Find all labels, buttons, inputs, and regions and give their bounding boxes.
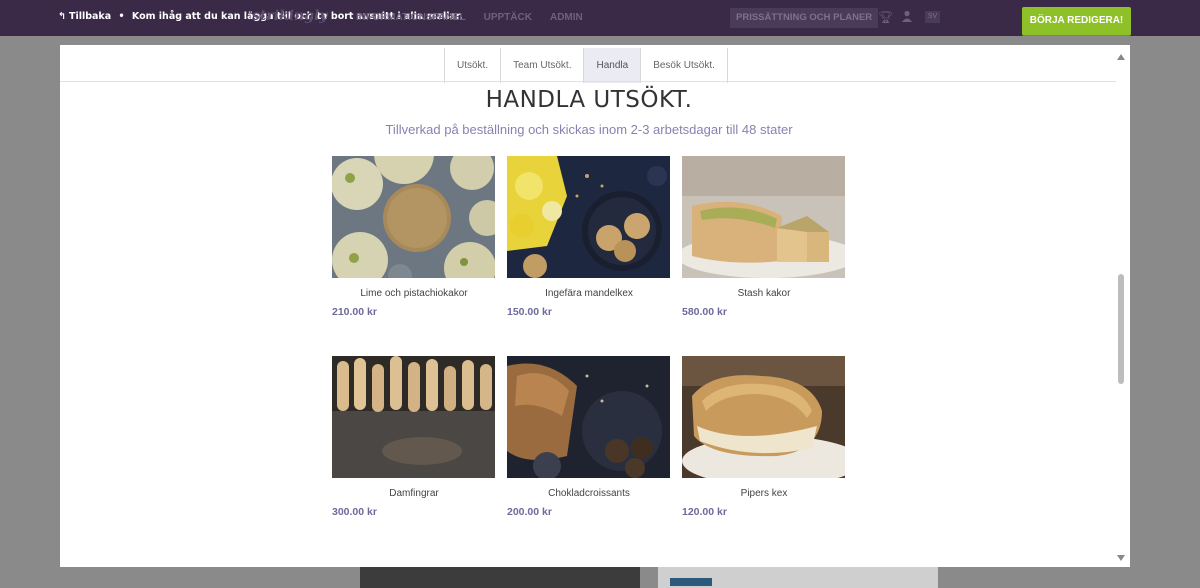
- product-price: 210.00 kr: [332, 306, 377, 318]
- background-page-image: [360, 567, 640, 588]
- product-name[interactable]: Chokladcroissants: [507, 488, 671, 502]
- scroll-up-arrow-icon[interactable]: [1117, 54, 1125, 60]
- product-card[interactable]: Ingefära mandelkex 150.00 kr: [507, 156, 671, 318]
- product-card[interactable]: Lime och pistachiokakor 210.00 kr: [332, 156, 496, 318]
- product-name[interactable]: Damfingrar: [332, 488, 496, 502]
- product-price: 300.00 kr: [332, 506, 377, 518]
- section-tabs: Utsökt. Team Utsökt. Handla Besök Utsökt…: [444, 48, 728, 83]
- product-image[interactable]: [507, 356, 670, 478]
- background-page-panel: [658, 567, 938, 588]
- product-price: 580.00 kr: [682, 306, 727, 318]
- top-nav: INFORMATIONSPANEL UPPTÄCK ADMIN: [356, 12, 583, 23]
- modal-scrollbar[interactable]: [1114, 47, 1128, 565]
- store-title: HANDLA UTSÖKT.: [485, 87, 693, 113]
- product-price: 200.00 kr: [507, 506, 552, 518]
- product-name[interactable]: Lime och pistachiokakor: [332, 288, 496, 302]
- product-card[interactable]: Stash kakor 580.00 kr: [682, 156, 846, 318]
- template-preview-modal: Utsökt. Team Utsökt. Handla Besök Utsökt…: [60, 45, 1130, 567]
- tab-utsokt[interactable]: Utsökt.: [445, 48, 502, 83]
- product-price: 120.00 kr: [682, 506, 727, 518]
- product-image[interactable]: [682, 356, 845, 478]
- product-price: 150.00 kr: [507, 306, 552, 318]
- trophy-icon[interactable]: 🏆︎: [878, 10, 893, 24]
- product-name[interactable]: Ingefära mandelkex: [507, 288, 671, 302]
- product-card[interactable]: Pipers kex 120.00 kr: [682, 356, 846, 518]
- nav-dashboard[interactable]: INFORMATIONSPANEL: [356, 12, 466, 23]
- product-image[interactable]: [507, 156, 670, 278]
- product-name[interactable]: Pipers kex: [682, 488, 846, 502]
- user-icon[interactable]: [901, 10, 913, 25]
- scroll-down-arrow-icon[interactable]: [1117, 555, 1125, 561]
- nav-discover[interactable]: UPPTÄCK: [484, 12, 532, 23]
- tab-visit[interactable]: Besök Utsökt.: [641, 48, 728, 83]
- back-label: Tillbaka: [68, 11, 112, 22]
- brand-logo[interactable]: strikingly: [252, 8, 327, 24]
- product-name[interactable]: Stash kakor: [682, 288, 846, 302]
- start-editing-button[interactable]: BÖRJA REDIGERA!: [1022, 7, 1131, 35]
- product-image[interactable]: [332, 356, 495, 478]
- product-card[interactable]: Chokladcroissants 200.00 kr: [507, 356, 671, 518]
- product-card[interactable]: Damfingrar 300.00 kr: [332, 356, 496, 518]
- product-image[interactable]: [332, 156, 495, 278]
- scrollbar-thumb[interactable]: [1118, 274, 1124, 384]
- tab-team[interactable]: Team Utsökt.: [501, 48, 585, 83]
- language-selector[interactable]: SV: [925, 11, 940, 23]
- tab-handla[interactable]: Handla: [584, 48, 642, 83]
- product-image[interactable]: [682, 156, 845, 278]
- pricing-button[interactable]: PRISSÄTTNING OCH PLANER: [730, 8, 879, 28]
- tabs-divider: [60, 81, 1116, 82]
- editor-top-bar: ↰ Tillbaka • Kom ihåg att du kan lägga ti…: [0, 0, 1200, 36]
- back-arrow-icon: ↰: [58, 11, 66, 22]
- separator: •: [118, 11, 125, 22]
- nav-admin[interactable]: ADMIN: [550, 12, 583, 23]
- background-tag: [670, 578, 712, 586]
- store-subtitle: Tillverkad på beställning och skickas in…: [385, 122, 793, 137]
